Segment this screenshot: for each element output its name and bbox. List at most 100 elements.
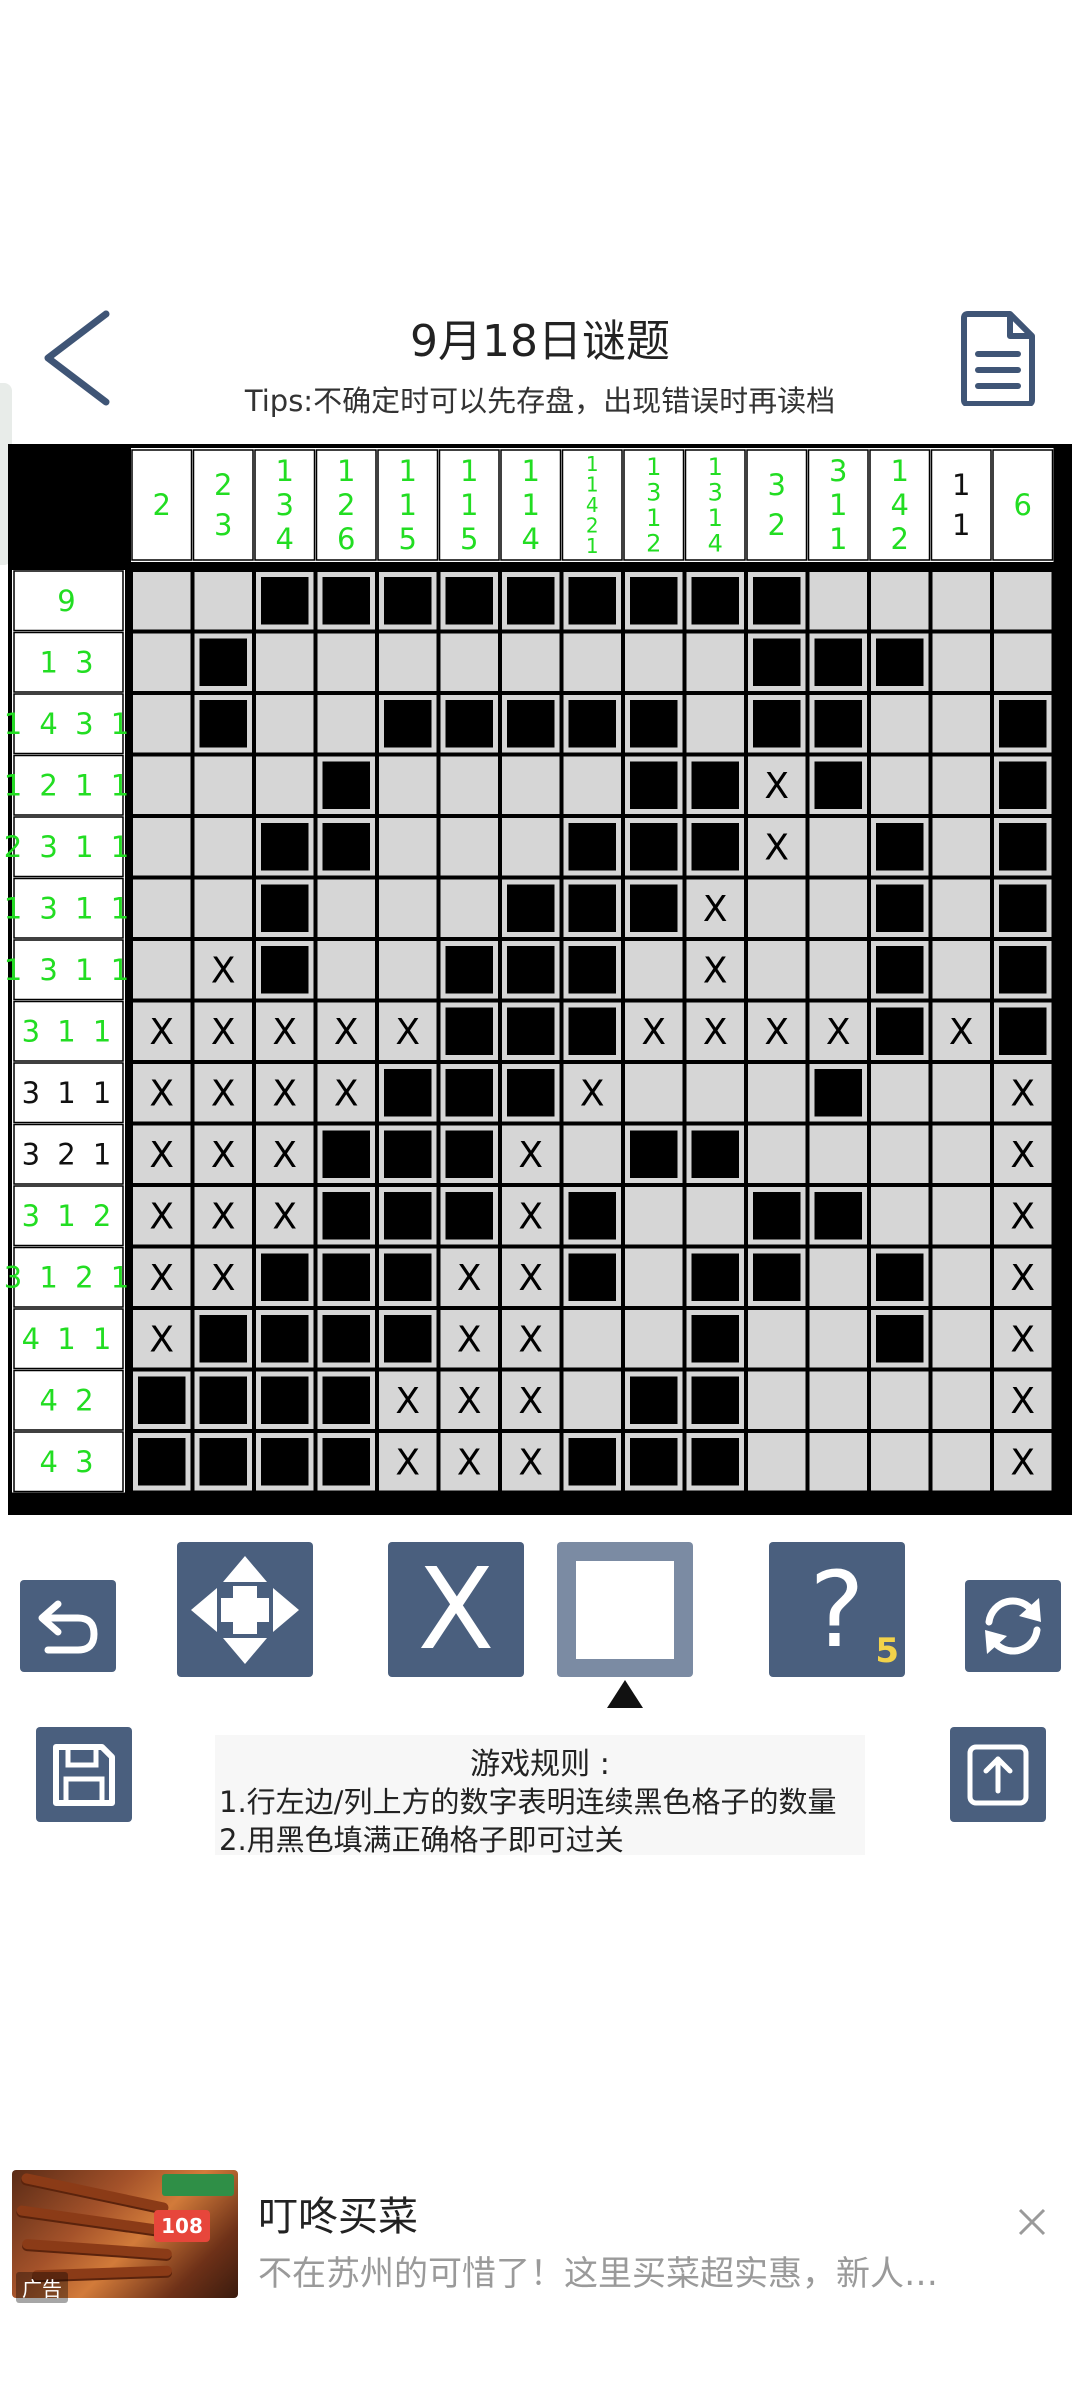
grid-cell[interactable] bbox=[807, 693, 869, 755]
grid-cell[interactable] bbox=[992, 1431, 1054, 1493]
grid-cell[interactable] bbox=[377, 1369, 439, 1431]
grid-cell[interactable] bbox=[746, 693, 808, 755]
grid-cell[interactable] bbox=[746, 1369, 808, 1431]
grid-cell[interactable] bbox=[684, 1369, 746, 1431]
grid-cell[interactable] bbox=[930, 1185, 992, 1247]
grid-cell[interactable] bbox=[869, 1308, 931, 1370]
grid-cell[interactable] bbox=[254, 570, 316, 632]
grid-cell[interactable] bbox=[377, 1185, 439, 1247]
grid-cell[interactable] bbox=[869, 1062, 931, 1124]
grid-cell[interactable] bbox=[254, 1123, 316, 1185]
grid-cell[interactable] bbox=[131, 1000, 193, 1062]
grid-cell[interactable] bbox=[623, 1062, 685, 1124]
grid-cell[interactable] bbox=[807, 1308, 869, 1370]
grid-cell[interactable] bbox=[315, 1185, 377, 1247]
grid-cell[interactable] bbox=[500, 816, 562, 878]
grid-cell[interactable] bbox=[623, 631, 685, 693]
grid-cell[interactable] bbox=[746, 1185, 808, 1247]
grid-cell[interactable] bbox=[930, 1062, 992, 1124]
grid-cell[interactable] bbox=[869, 570, 931, 632]
grid-cell[interactable] bbox=[315, 816, 377, 878]
grid-cell[interactable] bbox=[869, 1246, 931, 1308]
grid-cell[interactable] bbox=[623, 1369, 685, 1431]
grid-cell[interactable] bbox=[561, 754, 623, 816]
grid-cell[interactable] bbox=[438, 570, 500, 632]
grid-cell[interactable] bbox=[254, 1308, 316, 1370]
grid-cell[interactable] bbox=[746, 877, 808, 939]
grid-cell[interactable] bbox=[438, 1000, 500, 1062]
grid-cell[interactable] bbox=[500, 693, 562, 755]
grid-cell[interactable] bbox=[315, 1369, 377, 1431]
row-clue-cell[interactable] bbox=[13, 631, 124, 693]
grid-cell[interactable] bbox=[254, 816, 316, 878]
grid-cell[interactable] bbox=[500, 877, 562, 939]
column-clue-cell[interactable] bbox=[377, 449, 439, 561]
grid-cell[interactable] bbox=[315, 1123, 377, 1185]
grid-cell[interactable] bbox=[869, 693, 931, 755]
grid-cell[interactable] bbox=[992, 1308, 1054, 1370]
grid-cell[interactable] bbox=[992, 754, 1054, 816]
grid-cell[interactable] bbox=[500, 1062, 562, 1124]
grid-cell[interactable] bbox=[807, 1185, 869, 1247]
grid-cell[interactable] bbox=[746, 631, 808, 693]
grid-cell[interactable] bbox=[254, 693, 316, 755]
grid-cell[interactable] bbox=[315, 631, 377, 693]
grid-cell[interactable] bbox=[746, 816, 808, 878]
hint-button[interactable]: ? 5 bbox=[769, 1542, 905, 1677]
row-clue-cell[interactable] bbox=[13, 816, 124, 878]
grid-cell[interactable] bbox=[315, 877, 377, 939]
row-clue-cell[interactable] bbox=[13, 1185, 124, 1247]
grid-cell[interactable] bbox=[623, 693, 685, 755]
grid-cell[interactable] bbox=[131, 693, 193, 755]
grid-cell[interactable] bbox=[561, 1185, 623, 1247]
grid-cell[interactable] bbox=[869, 1123, 931, 1185]
grid-cell[interactable] bbox=[869, 939, 931, 1001]
row-clue-cell[interactable] bbox=[13, 1123, 124, 1185]
grid-cell[interactable] bbox=[930, 1431, 992, 1493]
grid-cell[interactable] bbox=[377, 939, 439, 1001]
grid-cell[interactable] bbox=[992, 1123, 1054, 1185]
grid-cell[interactable] bbox=[131, 631, 193, 693]
grid-cell[interactable] bbox=[684, 1123, 746, 1185]
grid-cell[interactable] bbox=[192, 570, 254, 632]
grid-cell[interactable] bbox=[438, 1369, 500, 1431]
grid-cell[interactable] bbox=[684, 754, 746, 816]
grid-cell[interactable] bbox=[377, 1246, 439, 1308]
column-clue-cell[interactable] bbox=[131, 449, 193, 561]
grid-cell[interactable] bbox=[869, 816, 931, 878]
grid-cell[interactable] bbox=[561, 1431, 623, 1493]
grid-cell[interactable] bbox=[192, 1369, 254, 1431]
grid-cell[interactable] bbox=[746, 754, 808, 816]
column-clue-cell[interactable] bbox=[254, 449, 316, 561]
grid-cell[interactable] bbox=[930, 631, 992, 693]
grid-cell[interactable] bbox=[807, 877, 869, 939]
mark-x-tool-button[interactable]: X bbox=[388, 1542, 524, 1677]
grid-cell[interactable] bbox=[930, 1369, 992, 1431]
grid-cell[interactable] bbox=[315, 1246, 377, 1308]
grid-cell[interactable] bbox=[623, 1123, 685, 1185]
grid-cell[interactable] bbox=[623, 570, 685, 632]
column-clue-cell[interactable] bbox=[500, 449, 562, 561]
grid-cell[interactable] bbox=[561, 631, 623, 693]
grid-cell[interactable] bbox=[746, 1123, 808, 1185]
row-clue-cell[interactable] bbox=[13, 754, 124, 816]
ad-banner[interactable]: 108 广告 叮咚买菜 不在苏州的可惜了！这里买菜超实惠，新人… bbox=[0, 2160, 1080, 2310]
grid-cell[interactable] bbox=[131, 816, 193, 878]
grid-cell[interactable] bbox=[561, 877, 623, 939]
column-clue-cell[interactable] bbox=[438, 449, 500, 561]
grid-cell[interactable] bbox=[131, 1431, 193, 1493]
row-clue-cell[interactable] bbox=[13, 693, 124, 755]
grid-cell[interactable] bbox=[500, 631, 562, 693]
row-clue-cell[interactable] bbox=[13, 570, 124, 632]
column-clue-cell[interactable] bbox=[746, 449, 808, 561]
grid-cell[interactable] bbox=[377, 877, 439, 939]
grid-cell[interactable] bbox=[807, 631, 869, 693]
grid-cell[interactable] bbox=[377, 693, 439, 755]
column-clue-cell[interactable] bbox=[684, 449, 746, 561]
grid-cell[interactable] bbox=[807, 1123, 869, 1185]
grid-cell[interactable] bbox=[131, 1185, 193, 1247]
grid-cell[interactable] bbox=[500, 1308, 562, 1370]
grid-cell[interactable] bbox=[807, 754, 869, 816]
row-clue-cell[interactable] bbox=[13, 1431, 124, 1493]
grid-cell[interactable] bbox=[623, 877, 685, 939]
